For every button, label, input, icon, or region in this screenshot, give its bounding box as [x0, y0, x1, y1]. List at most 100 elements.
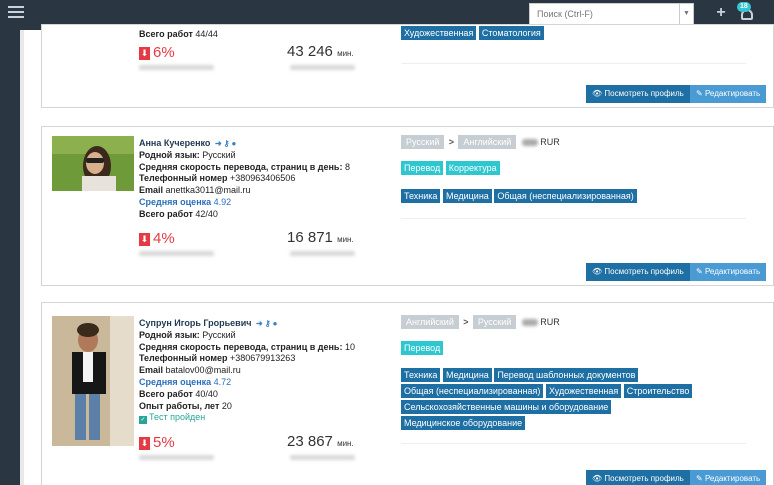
arrow-down-icon: ⬇ [139, 47, 150, 60]
email-label: Email [139, 365, 164, 376]
target-language: Русский [472, 315, 517, 329]
blurred-label [139, 251, 214, 256]
menu-icon[interactable] [8, 6, 24, 20]
view-profile-button[interactable]: 👁 Посмотреть профиль [586, 263, 690, 281]
total-value: 40/40 [195, 388, 218, 399]
test-passed-label: Тест пройден [149, 412, 206, 423]
subject-tags: Техника Медицина Общая (неспециализирова… [401, 189, 761, 205]
card-info: Всего работ 44/44 [139, 29, 379, 41]
left-border [20, 30, 24, 485]
view-profile-label: Посмотреть профиль [604, 89, 684, 98]
avatar [52, 316, 134, 446]
arrow-right-icon: > [448, 137, 455, 147]
notifications-button[interactable]: 18 [737, 2, 763, 26]
phone-label: Телефонный номер [139, 353, 228, 364]
tag: Художественная [545, 384, 622, 398]
tag: Техника [401, 368, 441, 382]
key-icon[interactable]: ⚷ [224, 139, 230, 148]
minutes-stat: 23 867 мин. [287, 433, 354, 450]
arrow-down-icon: ⬇ [139, 437, 150, 450]
minutes-unit: мин. [337, 439, 354, 448]
card-info: Супрун Игорь Грорьевич ➜ ⚷ ● Родной язык: … [139, 318, 379, 425]
chevron-down-icon[interactable]: ▼ [679, 4, 693, 24]
tag: Перевод шаблонных документов [494, 368, 639, 382]
tag: Корректура [445, 161, 500, 175]
currency: RUR [540, 137, 560, 147]
percent-value: 6% [153, 44, 175, 61]
tag: Строительство [623, 384, 693, 398]
translator-card: Анна Кучеренко ➜ ⚷ ● Родной язык: Русский … [41, 126, 774, 286]
chat-icon[interactable]: ● [273, 319, 278, 328]
minutes-unit: мин. [337, 49, 354, 58]
translator-name: Супрун Игорь Грорьевич [139, 318, 252, 328]
translator-card: Супрун Игорь Грорьевич ➜ ⚷ ● Родной язык: … [41, 302, 774, 485]
minutes-unit: мин. [337, 235, 354, 244]
login-icon[interactable]: ➜ [256, 319, 263, 328]
translator-name: Анна Кучеренко [139, 138, 211, 148]
tag: Медицина [442, 368, 492, 382]
tag: Художественная [401, 26, 477, 40]
experience-label: Опыт работы, лет [139, 400, 220, 411]
rating-value: 4.72 [213, 376, 232, 387]
tag: Техника [401, 189, 441, 203]
service-tags: Перевод Корректура [401, 161, 761, 177]
source-language: Русский [401, 135, 445, 149]
search-box[interactable]: ▼ [529, 3, 694, 25]
edit-button[interactable]: ✎ Редактировать [690, 263, 767, 281]
search-input[interactable] [530, 4, 680, 24]
view-profile-label: Посмотреть профиль [604, 474, 684, 483]
plus-icon[interactable]: + [714, 5, 728, 21]
view-profile-button[interactable]: 👁 Посмотреть профиль [586, 85, 690, 103]
edit-label: Редактировать [704, 89, 761, 98]
view-profile-label: Посмотреть профиль [604, 267, 684, 276]
percent-value: 4% [153, 230, 175, 247]
tag: Общая (неспециализированная) [401, 384, 544, 398]
subject-tags: Художественная Стоматология [401, 26, 761, 42]
tag: Общая (неспециализированная) [494, 189, 637, 203]
source-language: Английский [401, 315, 459, 329]
native-label: Родной язык: [139, 329, 200, 340]
tag: Стоматология [478, 26, 544, 40]
rating-value: 4.92 [213, 196, 232, 207]
arrow-right-icon: > [463, 317, 469, 327]
blurred-rate [522, 319, 539, 326]
arrow-down-icon: ⬇ [139, 233, 150, 246]
total-label: Всего работ [139, 208, 193, 219]
edit-button[interactable]: ✎ Редактировать [690, 85, 767, 103]
eye-icon: 👁 [592, 474, 603, 483]
view-profile-button[interactable]: 👁 Посмотреть профиль [586, 470, 690, 485]
email-value: batalov00@mail.ru [165, 365, 241, 376]
speed-value: 10 [344, 341, 355, 352]
blurred-label [290, 455, 355, 460]
target-language: Английский [458, 135, 517, 149]
phone-value: +380963406506 [230, 173, 296, 184]
native-value: Русский [202, 329, 236, 340]
pencil-icon: ✎ [696, 474, 703, 483]
blurred-label [290, 251, 355, 256]
language-pair: Русский > Английский RUR [401, 135, 560, 149]
currency: RUR [540, 317, 560, 327]
blurred-label [290, 65, 355, 70]
blurred-label [139, 65, 214, 70]
native-label: Родной язык: [139, 149, 200, 160]
subject-tags: Техника Медицина Перевод шаблонных докум… [401, 368, 761, 432]
divider [401, 218, 746, 219]
email-label: Email [139, 185, 164, 196]
eye-icon: 👁 [592, 267, 603, 276]
language-pair: Английский > Русский RUR [401, 315, 560, 329]
card-info: Анна Кучеренко ➜ ⚷ ● Родной язык: Русский … [139, 138, 379, 221]
translator-card: Всего работ 44/44 ⬇ 6% 43 246 мин. Художе… [41, 24, 774, 108]
percent-stat: ⬇ 6% [139, 44, 175, 61]
login-icon[interactable]: ➜ [215, 139, 222, 148]
main-content: Всего работ 44/44 ⬇ 6% 43 246 мин. Художе… [20, 24, 774, 485]
total-label: Всего работ [139, 388, 193, 399]
minutes-value: 23 867 [287, 433, 333, 450]
edit-button[interactable]: ✎ Редактировать [690, 470, 767, 485]
phone-label: Телефонный номер [139, 173, 228, 184]
divider [401, 443, 746, 444]
minutes-value: 16 871 [287, 229, 333, 246]
tag: Сельскохозяйственные машины и оборудован… [401, 400, 612, 414]
chat-icon[interactable]: ● [232, 139, 237, 148]
key-icon[interactable]: ⚷ [265, 319, 271, 328]
rating-label: Средняя оценка [139, 376, 212, 387]
